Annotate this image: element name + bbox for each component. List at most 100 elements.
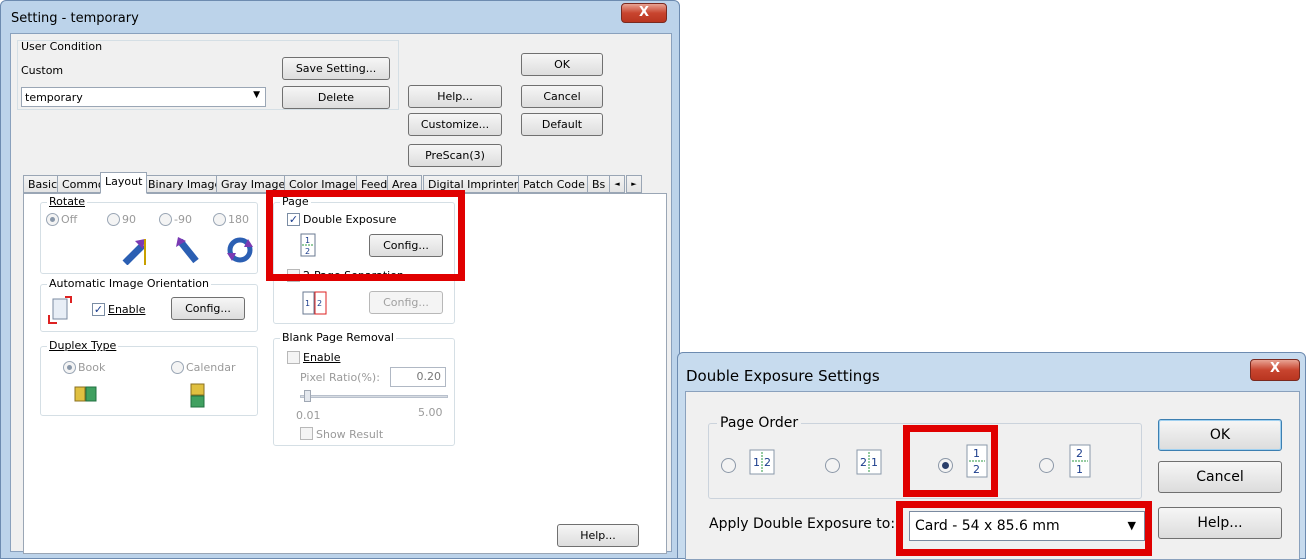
dialog-help-button[interactable]: Help...	[1158, 507, 1282, 539]
book-icon	[74, 386, 97, 402]
blank-page-enable-checkbox[interactable]	[287, 351, 300, 364]
rotate-minus90-radio[interactable]	[159, 213, 172, 226]
svg-text:1: 1	[871, 456, 878, 469]
tab-scroll-right[interactable]: ►	[626, 175, 642, 193]
help-button[interactable]: Help...	[408, 85, 502, 108]
slider-max-label: 5.00	[418, 406, 443, 419]
default-label: Default	[541, 118, 583, 131]
rotate-axis-icon	[144, 239, 146, 265]
tab-layout[interactable]: Layout	[100, 172, 148, 194]
show-result-label: Show Result	[316, 428, 384, 441]
cancel-button[interactable]: Cancel	[521, 85, 603, 108]
pixel-ratio-label: Pixel Ratio(%):	[300, 371, 380, 384]
chevron-down-icon: ▼	[253, 90, 260, 100]
tab-binary-image[interactable]: Binary Image	[143, 175, 227, 193]
rotate-off-label: Off	[61, 213, 78, 226]
duplex-type-label: Duplex Type	[47, 339, 119, 352]
duplex-type-group: Duplex Type Book Calendar	[40, 339, 258, 416]
tab-help-label: Help...	[580, 529, 616, 542]
blank-page-group: Blank Page Removal Enable Pixel Ratio(%)…	[273, 331, 455, 446]
show-result-checkbox[interactable]	[300, 427, 313, 440]
rotate-group: Rotate Off 90 -90 180	[40, 195, 258, 274]
rotate-label: Rotate	[47, 195, 88, 208]
apply-double-exposure-label: Apply Double Exposure to:	[709, 516, 896, 532]
order-2-1-vertical-radio[interactable]	[1039, 458, 1054, 473]
delete-button[interactable]: Delete	[282, 86, 390, 109]
svg-text:2: 2	[764, 456, 771, 469]
prescan-button[interactable]: PreScan(3)	[408, 144, 502, 167]
dialog-ok-button[interactable]: OK	[1158, 419, 1282, 451]
apply-select-highlight-box	[896, 501, 1152, 556]
rotate-180-icon	[227, 237, 253, 263]
user-condition-select[interactable]: temporary ▼	[21, 87, 266, 107]
duplex-book-label: Book	[78, 361, 106, 374]
dialog-close-button[interactable]: X	[1250, 359, 1300, 381]
double-exposure-dialog: Double Exposure Settings X Page Order 12…	[677, 352, 1306, 560]
tab-help-button[interactable]: Help...	[557, 524, 639, 547]
rotate-180-label: 180	[228, 213, 249, 226]
user-condition-group: User Condition Custom temporary ▼ Save S…	[17, 40, 399, 110]
blank-page-label: Blank Page Removal	[280, 331, 396, 344]
customize-label: Customize...	[420, 118, 490, 131]
user-condition-value: temporary	[25, 91, 83, 104]
auto-orientation-config-button[interactable]: Config...	[171, 297, 245, 320]
custom-label: Custom	[21, 64, 64, 77]
rotate-90-radio[interactable]	[107, 213, 120, 226]
tab-scroll-left[interactable]: ◄	[609, 175, 625, 193]
rotate-90-label: 90	[122, 213, 136, 226]
dialog-title: Double Exposure Settings	[686, 367, 880, 385]
svg-text:2: 2	[317, 299, 322, 308]
user-condition-label: User Condition	[21, 40, 103, 53]
dialog-cancel-label: Cancel	[1196, 469, 1244, 485]
order-2-1-horizontal-icon: 21	[856, 449, 882, 475]
blank-page-enable-label: Enable	[303, 351, 341, 364]
prescan-label: PreScan(3)	[425, 149, 485, 162]
pixel-ratio-slider-thumb[interactable]	[304, 390, 311, 402]
auto-orientation-config-label: Config...	[185, 302, 231, 315]
page-order-label: Page Order	[717, 415, 802, 431]
two-page-config-label: Config...	[383, 296, 429, 309]
duplex-book-radio[interactable]	[63, 361, 76, 374]
auto-orientation-label: Automatic Image Orientation	[47, 277, 211, 290]
auto-orientation-enable-checkbox[interactable]: ✓	[92, 303, 105, 316]
dialog-ok-label: OK	[1209, 427, 1231, 443]
close-button[interactable]: X	[621, 3, 667, 23]
calendar-icon	[190, 383, 205, 408]
svg-text:1: 1	[305, 299, 310, 308]
cancel-label: Cancel	[543, 90, 581, 103]
rotate-off-radio[interactable]	[46, 213, 59, 226]
two-page-config-button[interactable]: Config...	[369, 291, 443, 314]
save-setting-label: Save Setting...	[295, 62, 377, 75]
svg-text:2: 2	[1076, 447, 1083, 460]
ok-button[interactable]: OK	[521, 53, 603, 76]
rotate-minus90-label: -90	[174, 213, 192, 226]
order-1-2-horizontal-icon: 12	[749, 449, 775, 475]
pixel-ratio-input[interactable]: 0.20	[390, 367, 446, 387]
settings-window: Setting - temporary X User Condition Cus…	[0, 0, 680, 559]
customize-button[interactable]: Customize...	[408, 113, 502, 136]
save-setting-button[interactable]: Save Setting...	[282, 57, 390, 80]
selected-order-highlight-box	[903, 425, 998, 497]
delete-label: Delete	[317, 91, 355, 104]
dialog-cancel-button[interactable]: Cancel	[1158, 461, 1282, 493]
duplex-calendar-label: Calendar	[186, 361, 236, 374]
tab-patch-code[interactable]: Patch Code	[518, 175, 590, 193]
page-highlight-box	[266, 190, 465, 281]
window-title: Setting - temporary	[11, 11, 139, 26]
default-button[interactable]: Default	[521, 113, 603, 136]
auto-orientation-enable-label: Enable	[108, 303, 146, 316]
ok-label: OK	[554, 58, 570, 71]
svg-text:1: 1	[753, 456, 760, 469]
rotate-180-radio[interactable]	[213, 213, 226, 226]
svg-text:1: 1	[1076, 463, 1083, 476]
svg-text:2: 2	[860, 456, 867, 469]
auto-orientation-group: Automatic Image Orientation ✓ Enable Con…	[40, 277, 258, 332]
order-2-1-vertical-icon: 21	[1069, 444, 1091, 478]
rotate-minus90-icon	[176, 237, 199, 264]
duplex-calendar-radio[interactable]	[171, 361, 184, 374]
tab-bs[interactable]: Bs	[587, 175, 611, 193]
pixel-ratio-slider[interactable]	[300, 395, 448, 398]
order-2-1-horizontal-radio[interactable]	[825, 458, 840, 473]
two-page-icon: 12	[302, 291, 327, 315]
order-1-2-horizontal-radio[interactable]	[721, 458, 736, 473]
